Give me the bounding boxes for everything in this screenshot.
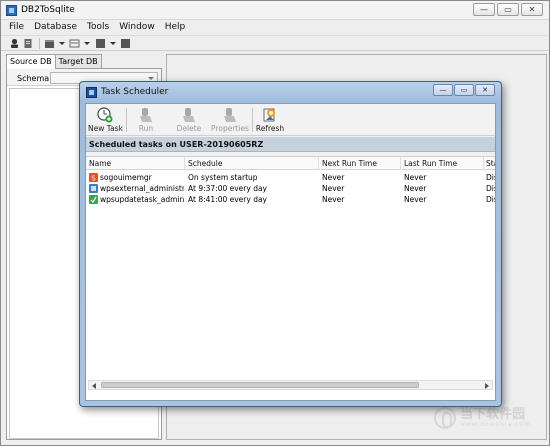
scheduler-toolbar: New Task Run Delete Properties Refresh (86, 104, 495, 136)
task-schedule: At 8:41:00 every day (188, 195, 267, 204)
minimize-button[interactable]: — (473, 3, 495, 16)
menu-file[interactable]: File (1, 21, 29, 34)
tab-target-db[interactable]: Target DB (54, 54, 102, 68)
main-toolbar (1, 35, 549, 51)
table-row[interactable]: S sogouimemgr On system startup Never Ne… (86, 172, 495, 183)
chevron-down-icon[interactable] (110, 42, 116, 45)
menu-bar: File Database Tools Window Help (1, 21, 549, 34)
task-status: Dis (486, 195, 495, 204)
wps-update-task-icon (89, 195, 98, 204)
panel-tabs: Source DB Target DB (6, 54, 102, 69)
menu-database[interactable]: Database (29, 21, 82, 34)
new-task-label: New Task (88, 124, 123, 133)
tab-source-db[interactable]: Source DB (6, 54, 56, 69)
window-controls: — ▭ ✕ (473, 3, 543, 16)
scheduler-icon (86, 87, 97, 98)
scheduled-tasks-title: Scheduled tasks on USER-20190605RZ (89, 140, 264, 149)
table-row[interactable]: wpsexternal_administr... At 9:37:00 ever… (86, 183, 495, 194)
sogou-task-icon: S (89, 173, 98, 182)
main-title-bar: DB2ToSqlite — ▭ ✕ (1, 1, 549, 20)
dialog-content: New Task Run Delete Properties Refresh S… (85, 103, 496, 401)
properties-label: Properties (211, 124, 249, 133)
task-last-run: Never (404, 173, 427, 182)
schema-label: Schema (17, 74, 50, 83)
horizontal-scrollbar[interactable] (88, 380, 493, 390)
task-next-run: Never (322, 173, 345, 182)
task-schedule: On system startup (188, 173, 258, 182)
menu-help[interactable]: Help (160, 21, 191, 34)
task-name: wpsupdatetask_admini... (100, 195, 184, 204)
database-icon[interactable] (44, 38, 55, 49)
dialog-minimize-button[interactable]: — (433, 84, 453, 96)
column-header-status[interactable]: Sta (486, 159, 495, 168)
refresh-icon (263, 108, 275, 122)
disconnect-icon[interactable] (23, 38, 34, 49)
column-divider[interactable] (483, 157, 484, 170)
watermark-url: www.downxia.com (460, 421, 531, 428)
chevron-down-icon (148, 77, 154, 80)
task-last-run: Never (404, 184, 427, 193)
dialog-close-button[interactable]: ✕ (475, 84, 495, 96)
scrollbar-thumb[interactable] (101, 382, 419, 388)
scroll-left-icon[interactable] (92, 383, 96, 389)
delete-icon (183, 108, 195, 122)
export-icon[interactable] (95, 38, 106, 49)
new-task-button[interactable]: New Task (88, 106, 123, 134)
dialog-restore-button[interactable]: ▭ (454, 84, 474, 96)
grid-icon[interactable] (120, 38, 131, 49)
task-schedule: At 9:37:00 every day (188, 184, 267, 193)
query-icon[interactable] (69, 38, 80, 49)
chevron-down-icon[interactable] (84, 42, 90, 45)
toolbar-separator (126, 108, 127, 132)
properties-icon (224, 108, 236, 122)
toolbar-separator (39, 38, 40, 49)
watermark-text: 当下软件园 (460, 407, 526, 422)
task-next-run: Never (322, 195, 345, 204)
delete-label: Delete (176, 124, 202, 133)
menu-window[interactable]: Window (114, 21, 160, 34)
wps-task-icon (89, 184, 98, 193)
restore-button[interactable]: ▭ (497, 3, 519, 16)
connect-icon[interactable] (9, 38, 20, 49)
refresh-button[interactable]: Refresh (255, 106, 285, 134)
toolbar-separator (252, 108, 253, 132)
tasks-table: Name Schedule Next Run Time Last Run Tim… (86, 156, 495, 400)
properties-button[interactable]: Properties (211, 106, 249, 134)
task-last-run: Never (404, 195, 427, 204)
task-name: sogouimemgr (100, 173, 152, 182)
task-status: Dis (486, 173, 495, 182)
watermark-logo-icon (434, 407, 457, 429)
run-icon (140, 108, 152, 122)
scroll-right-icon[interactable] (485, 383, 489, 389)
task-name: wpsexternal_administr... (100, 184, 184, 193)
task-status: Dis (486, 184, 495, 193)
close-button[interactable]: ✕ (521, 3, 543, 16)
watermark: 当下软件园 www.downxia.com (434, 407, 531, 429)
dialog-window-controls: — ▭ ✕ (433, 84, 495, 96)
svg-text:S: S (91, 174, 96, 182)
task-scheduler-dialog: Task Scheduler — ▭ ✕ New Task Run Delete… (79, 81, 502, 407)
scheduled-tasks-header: Scheduled tasks on USER-20190605RZ (86, 137, 495, 152)
run-button[interactable]: Run (133, 106, 159, 134)
run-label: Run (138, 124, 154, 133)
app-title: DB2ToSqlite (21, 5, 75, 15)
column-header-schedule[interactable]: Schedule (188, 159, 222, 168)
delete-button[interactable]: Delete (176, 106, 202, 134)
column-header-name[interactable]: Name (89, 159, 111, 168)
column-divider[interactable] (400, 157, 401, 170)
table-row[interactable]: wpsupdatetask_admini... At 8:41:00 every… (86, 194, 495, 205)
column-divider[interactable] (184, 157, 185, 170)
task-next-run: Never (322, 184, 345, 193)
table-header: Name Schedule Next Run Time Last Run Tim… (86, 157, 495, 170)
menu-tools[interactable]: Tools (82, 21, 114, 34)
dialog-title: Task Scheduler (101, 87, 169, 97)
column-divider[interactable] (318, 157, 319, 170)
app-icon (6, 5, 17, 16)
new-task-icon (97, 107, 113, 123)
chevron-down-icon[interactable] (59, 42, 65, 45)
column-header-last-run-time[interactable]: Last Run Time (404, 159, 457, 168)
refresh-label: Refresh (255, 124, 285, 133)
column-header-next-run-time[interactable]: Next Run Time (322, 159, 377, 168)
